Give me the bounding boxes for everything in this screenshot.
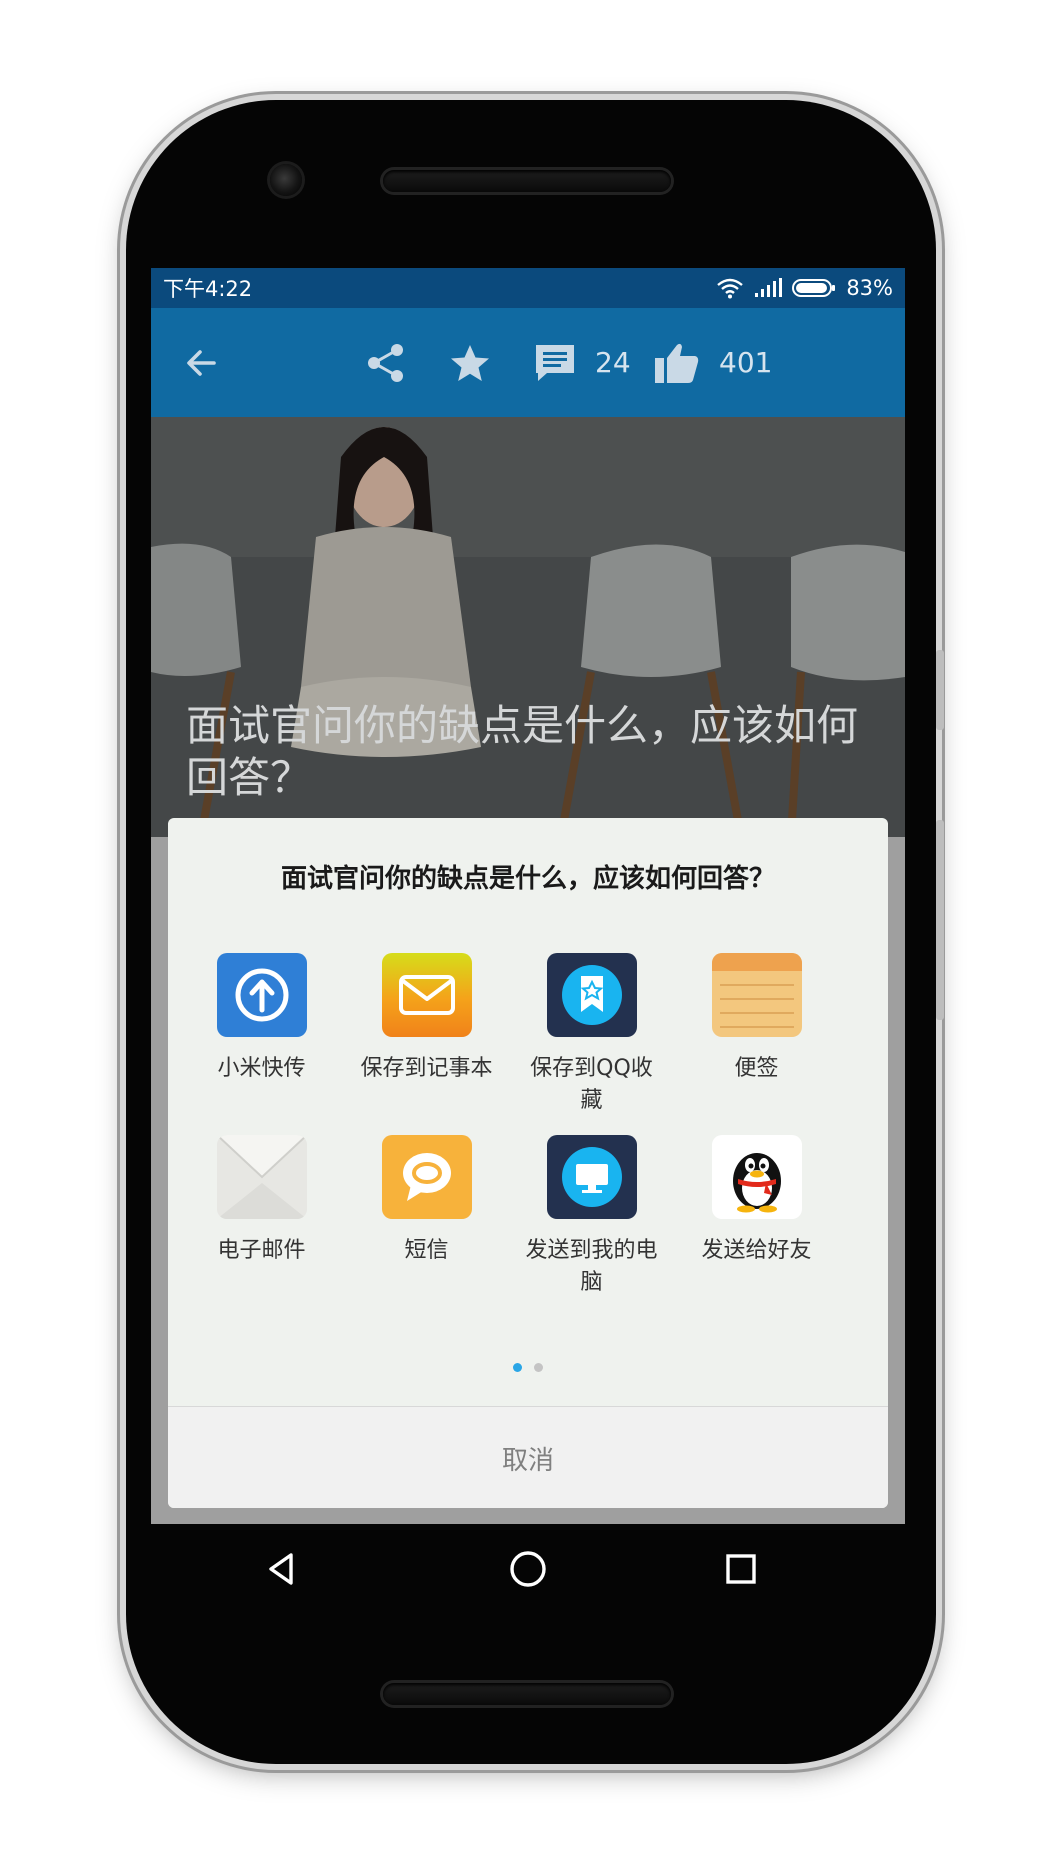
power-button bbox=[936, 650, 944, 730]
article-title: 面试官问你的缺点是什么，应该如何回答？ bbox=[186, 701, 859, 802]
share-item-label: 便签 bbox=[734, 1056, 779, 1081]
qq-penguin-icon bbox=[711, 1135, 802, 1219]
page-dot-inactive bbox=[534, 1363, 543, 1372]
like-button[interactable]: 401 bbox=[653, 308, 772, 417]
share-item-label: 短信 bbox=[404, 1238, 449, 1263]
share-sheet: 面试官问你的缺点是什么，应该如何回答？ 小米快传 保存到记事本 保存到QQ收藏 … bbox=[168, 818, 888, 1508]
cancel-button[interactable]: 取消 bbox=[168, 1406, 888, 1508]
share-item-mi-drop[interactable]: 小米快传 bbox=[179, 953, 344, 1085]
share-item-save-note[interactable]: 保存到记事本 bbox=[344, 953, 509, 1085]
nav-recents-icon bbox=[726, 1554, 756, 1584]
nav-back-button[interactable] bbox=[251, 1539, 311, 1599]
share-sheet-title: 面试官问你的缺点是什么，应该如何回答？ bbox=[280, 864, 775, 894]
computer-icon bbox=[546, 1135, 637, 1219]
nav-home-icon bbox=[510, 1551, 546, 1587]
back-button[interactable] bbox=[181, 308, 221, 417]
share-item-label: 保存到QQ收藏 bbox=[530, 1056, 653, 1113]
nav-back-icon bbox=[269, 1553, 293, 1585]
like-count: 401 bbox=[719, 346, 773, 379]
signal-icon bbox=[755, 278, 783, 297]
share-item-send-friend[interactable]: 发送给好友 bbox=[674, 1135, 839, 1267]
comment-count: 24 bbox=[595, 346, 631, 379]
nav-home-button[interactable] bbox=[498, 1539, 558, 1599]
status-time: 下午4:22 bbox=[163, 277, 253, 301]
share-item-notepad[interactable]: 便签 bbox=[674, 953, 839, 1085]
comment-button[interactable]: 24 bbox=[533, 308, 631, 417]
nav-recents-button[interactable] bbox=[711, 1539, 771, 1599]
mi-drop-icon bbox=[216, 953, 307, 1037]
share-item-sms[interactable]: 短信 bbox=[344, 1135, 509, 1267]
share-item-email[interactable]: 电子邮件 bbox=[179, 1135, 344, 1267]
battery-percent: 83% bbox=[846, 276, 893, 300]
article-hero-image: 面试官问你的缺点是什么，应该如何回答？ bbox=[151, 417, 905, 837]
page-indicator bbox=[168, 1363, 888, 1372]
share-button[interactable] bbox=[364, 308, 408, 417]
share-item-label: 发送给好友 bbox=[701, 1238, 812, 1263]
top-toolbar: 24 401 bbox=[151, 308, 905, 417]
system-nav-bar bbox=[151, 1524, 905, 1614]
share-item-label: 保存到记事本 bbox=[360, 1056, 493, 1081]
notepad-icon bbox=[711, 953, 802, 1037]
share-item-label: 电子邮件 bbox=[217, 1238, 306, 1263]
share-item-label: 发送到我的电脑 bbox=[525, 1238, 658, 1295]
battery-icon bbox=[792, 279, 836, 297]
share-icon bbox=[368, 343, 403, 382]
thumbs-up-icon bbox=[655, 343, 699, 383]
favorite-button[interactable] bbox=[449, 308, 491, 417]
volume-button bbox=[936, 820, 944, 1020]
sms-icon bbox=[381, 1135, 472, 1219]
page-dot-active bbox=[513, 1363, 522, 1372]
share-item-my-computer[interactable]: 发送到我的电脑 bbox=[509, 1135, 674, 1299]
share-item-qq-favorites[interactable]: 保存到QQ收藏 bbox=[509, 953, 674, 1117]
status-bar: 下午4:22 83% bbox=[151, 268, 905, 308]
front-camera bbox=[270, 164, 302, 196]
top-speaker bbox=[383, 170, 671, 192]
status-icons: 83% bbox=[716, 276, 893, 300]
email-icon bbox=[216, 1135, 307, 1219]
screen: 下午4:22 83% 24 401 面试官问你的缺点是什么，应该如何回答？ 面试… bbox=[151, 268, 905, 1524]
share-item-label: 小米快传 bbox=[217, 1056, 306, 1081]
qq-favorites-icon bbox=[546, 953, 637, 1037]
back-arrow-icon bbox=[187, 349, 216, 376]
bottom-speaker bbox=[383, 1683, 671, 1705]
star-icon bbox=[451, 344, 489, 381]
mail-note-icon bbox=[381, 953, 472, 1037]
wifi-icon bbox=[717, 278, 744, 299]
comment-icon bbox=[536, 344, 574, 381]
